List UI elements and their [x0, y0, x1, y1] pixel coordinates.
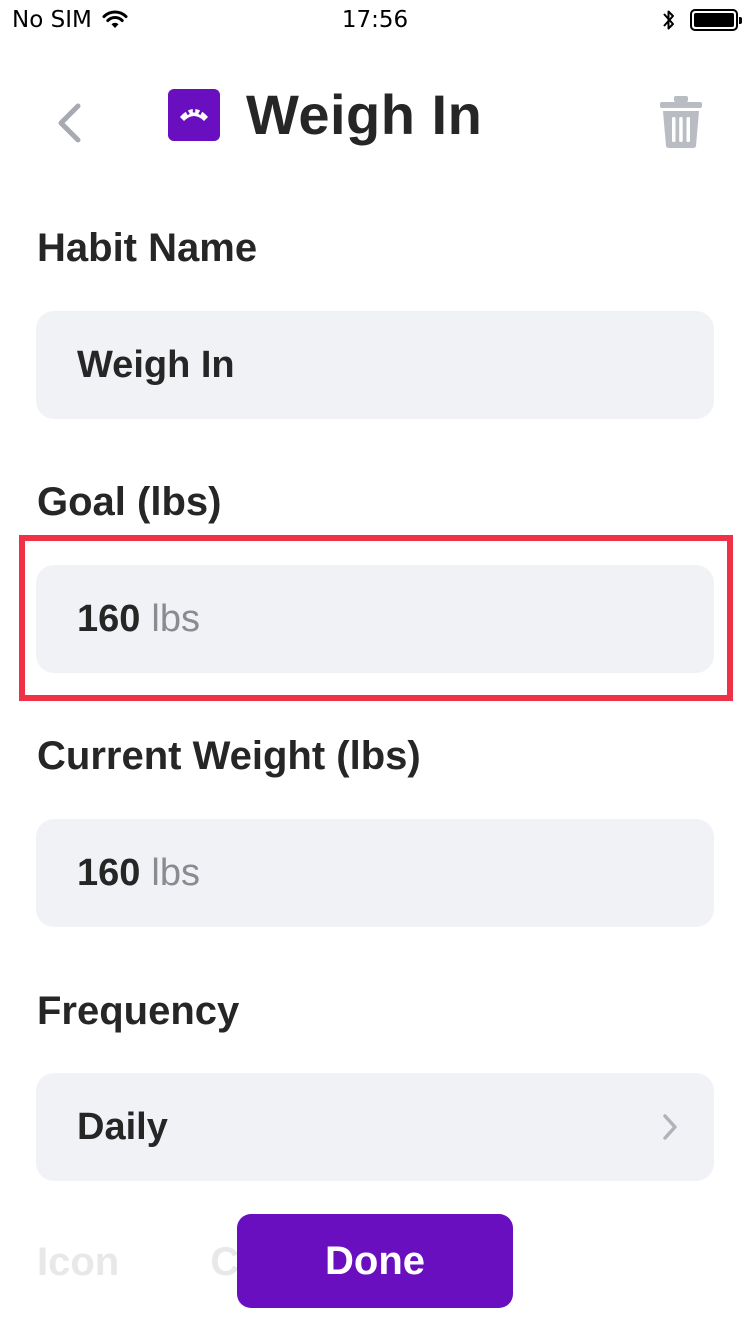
goal-label: Goal (lbs): [37, 480, 222, 524]
page-title: Weigh In: [246, 83, 483, 146]
status-time: 17:56: [341, 7, 409, 33]
frequency-select[interactable]: Daily: [36, 1073, 714, 1181]
habit-name-field[interactable]: Weigh In: [36, 311, 714, 419]
habit-name-value: Weigh In: [77, 343, 235, 386]
current-weight-field[interactable]: 160 lbs: [36, 819, 714, 927]
current-weight-unit: lbs: [151, 851, 200, 894]
current-weight-value: 160: [77, 851, 141, 894]
scale-icon: [168, 88, 220, 141]
bluetooth-icon: [663, 10, 674, 30]
battery-level: [694, 13, 734, 27]
frequency-value: Daily: [77, 1105, 168, 1148]
goal-highlight-box: [19, 535, 733, 701]
status-bar-right: [662, 8, 742, 32]
delete-button[interactable]: [658, 94, 704, 150]
status-bar: No SIM 17:56: [0, 0, 750, 42]
icon-label: Icon: [37, 1240, 120, 1284]
done-button[interactable]: Done: [237, 1214, 513, 1308]
trash-icon: [660, 96, 702, 148]
habit-name-label: Habit Name: [37, 226, 258, 270]
current-weight-label: Current Weight (lbs): [37, 734, 421, 778]
back-button[interactable]: [48, 98, 92, 148]
battery-icon: [690, 9, 742, 31]
chevron-right-icon: [663, 1114, 677, 1140]
header: Weigh In: [0, 80, 750, 170]
frequency-label: Frequency: [37, 989, 240, 1033]
title-group: Weigh In: [168, 82, 482, 147]
chevron-left-icon: [58, 103, 81, 143]
